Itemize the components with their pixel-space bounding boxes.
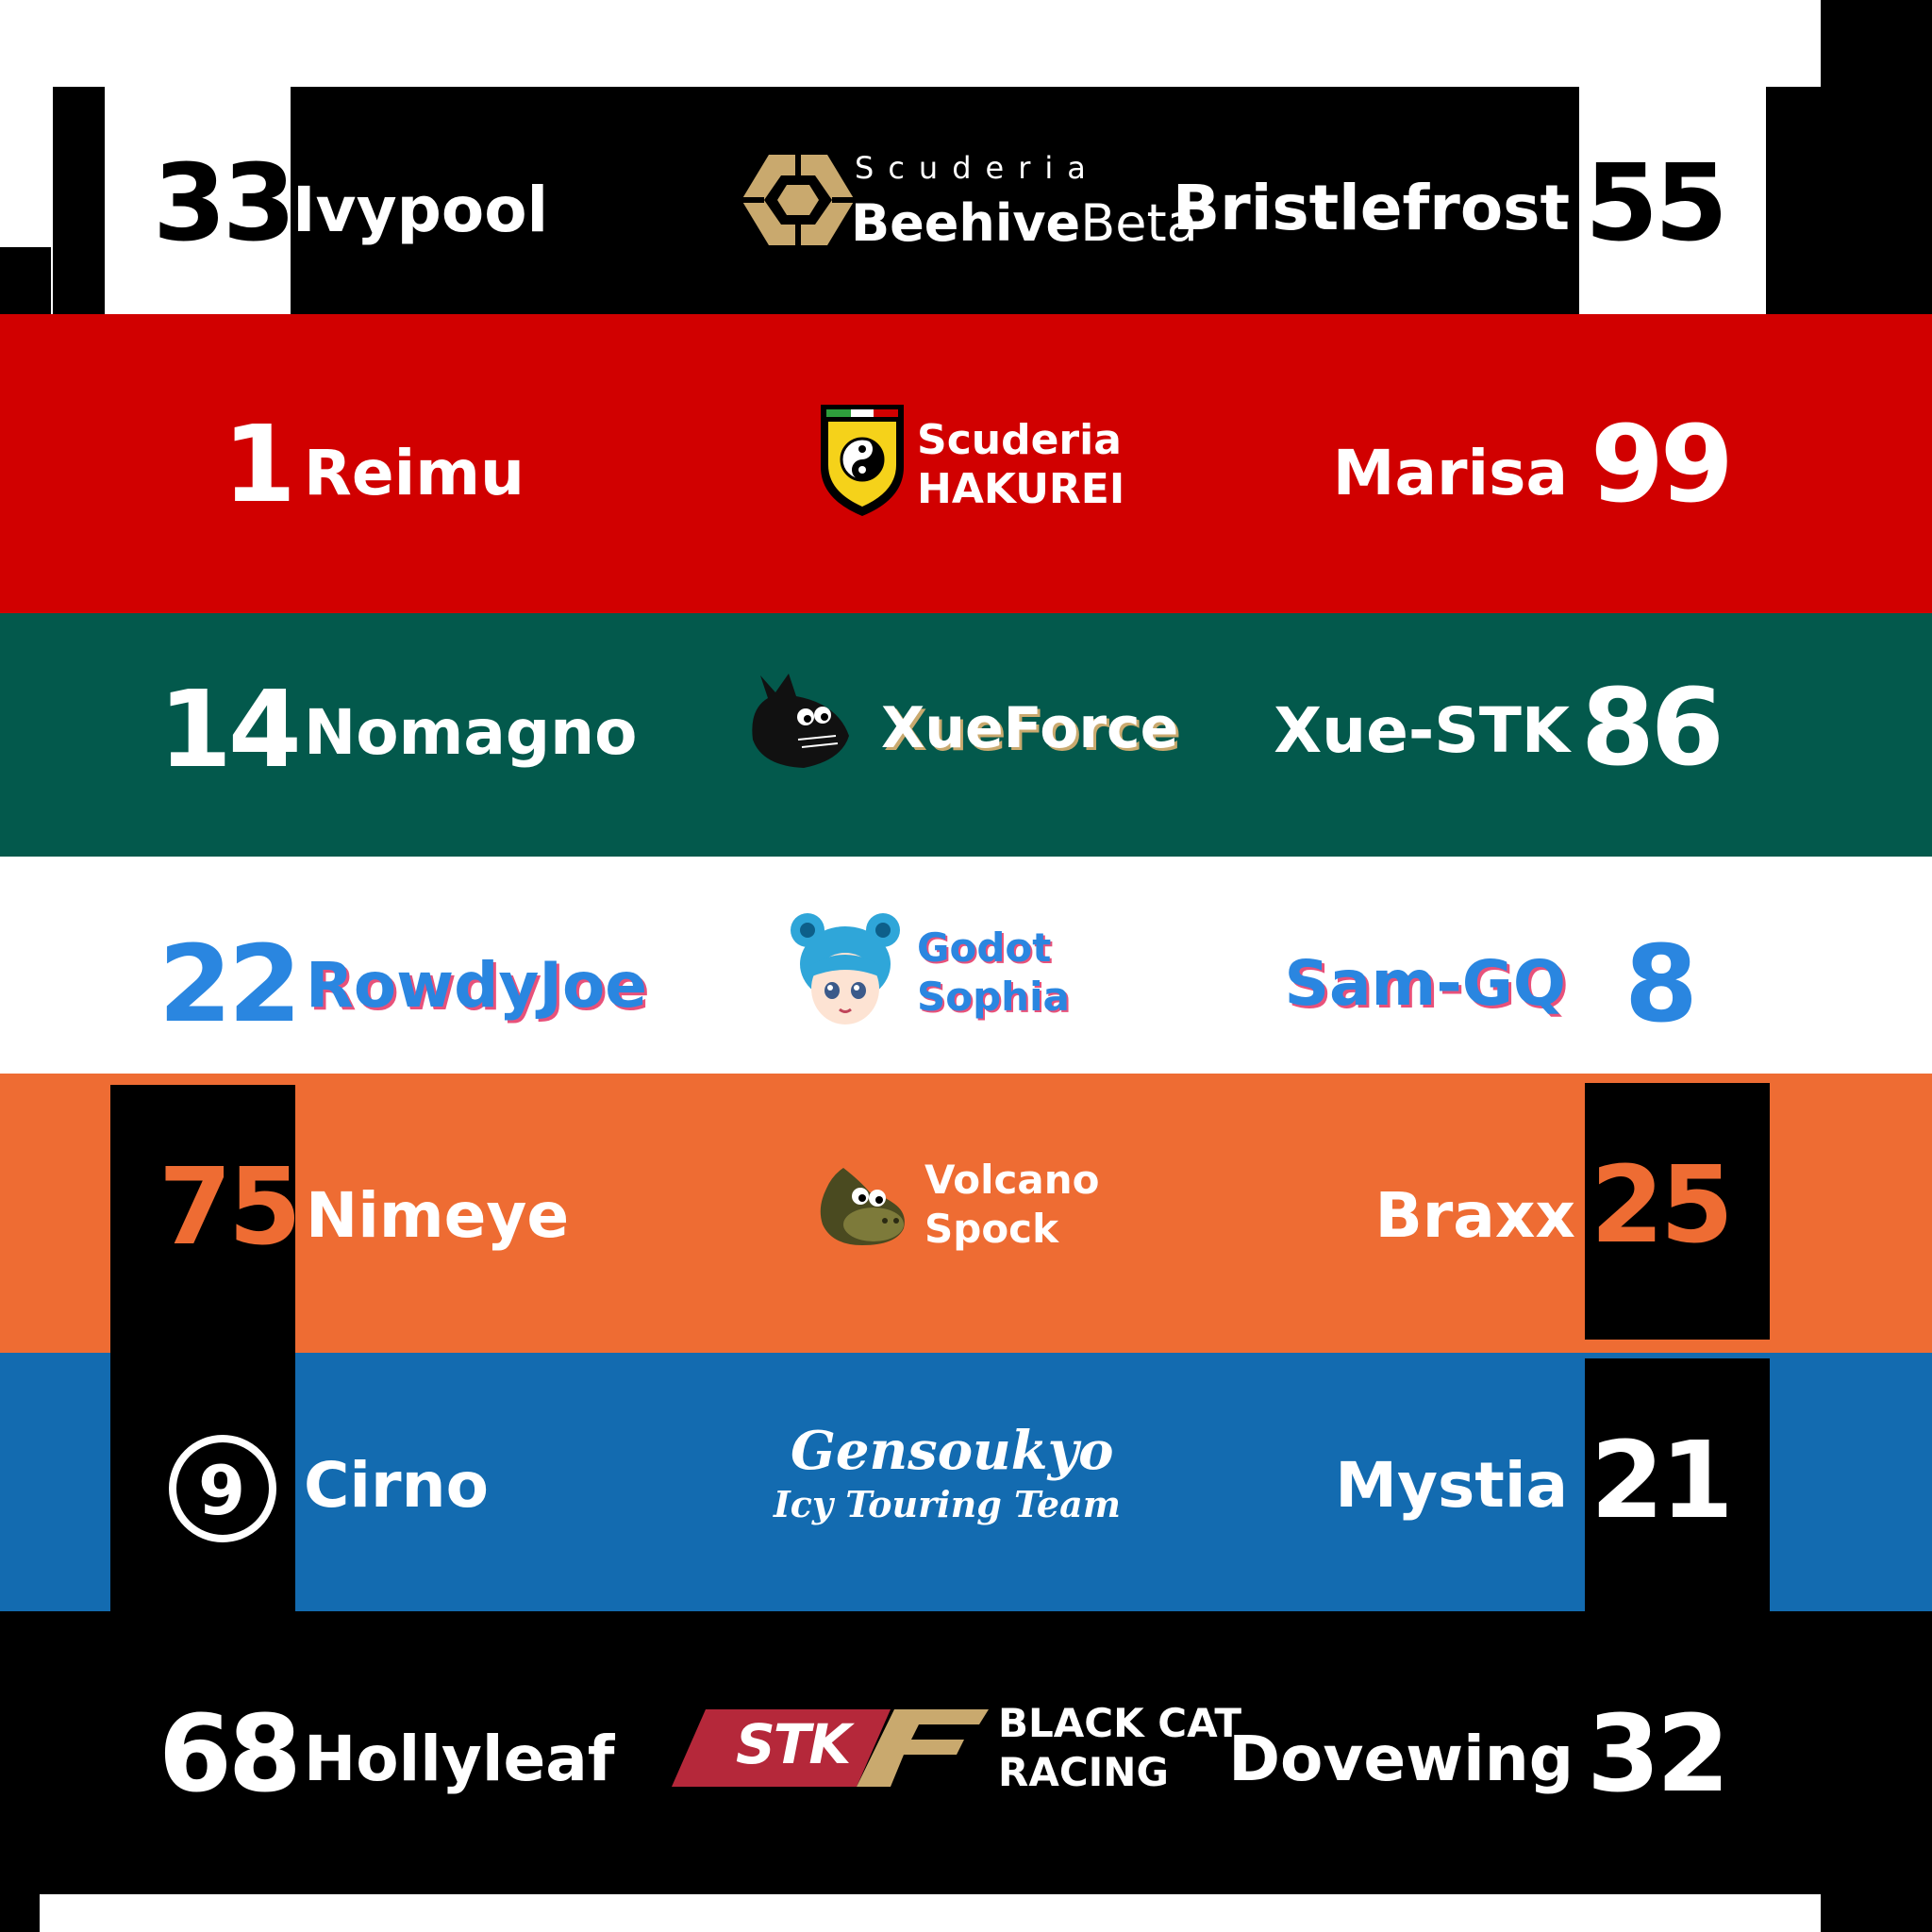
right-driver-name: Xue-STK <box>1274 694 1570 767</box>
black-left-bar <box>53 87 105 330</box>
right-driver-name: Mystia <box>1335 1449 1568 1522</box>
right-car-number: 25 <box>1591 1144 1734 1267</box>
left-driver-name: Nimeye <box>306 1179 570 1252</box>
honeycomb-icon <box>741 155 855 245</box>
right-car-number: 55 <box>1585 142 1728 265</box>
black-left-edge <box>0 1611 40 1932</box>
black-corner-block <box>0 247 51 319</box>
right-driver-name: Braxx <box>1374 1179 1575 1252</box>
black-right-edge <box>1821 0 1932 321</box>
left-car-number: 75 <box>158 1146 302 1269</box>
team-name-line2: BeehiveBeta <box>851 198 1198 249</box>
left-driver-name: Ivypool <box>292 174 549 246</box>
left-car-number: 22 <box>158 924 302 1046</box>
left-car-number: 9 <box>198 1451 246 1530</box>
team-row-beehive: 33 Ivypool Scuderia BeehiveBeta Bristlef… <box>0 0 1932 340</box>
team-name-line2: HAKUREI <box>917 465 1125 513</box>
team-name-line2: RACING <box>998 1749 1169 1795</box>
black-creature-icon <box>752 674 849 768</box>
left-car-number: 1 <box>223 404 296 526</box>
team-name-line2: Icy Touring Team <box>774 1483 1121 1525</box>
team-name-line1: Scuderia <box>855 150 1100 186</box>
team-row-volcano-spock: 75 Nimeye Volcano Spock Braxx 25 <box>0 1074 1932 1353</box>
team-row-xueforce: 14 Nomagno XueForce Xue-STK 86 <box>0 613 1932 857</box>
team-name-line1: BLACK CAT <box>998 1700 1241 1746</box>
right-driver-name: Marisa <box>1332 437 1568 509</box>
left-car-number: 68 <box>158 1693 302 1816</box>
team-name-line2: Spock <box>924 1206 1058 1252</box>
team-row-black-cat-racing: 68 Hollyleaf STK BLACK CAT RACING Dovewi… <box>0 1611 1932 1932</box>
team-row-godot-sophia: 22 RowdyJoe Godot Sophia Sam-GQ 8 <box>0 857 1932 1074</box>
team-name-line1: Volcano <box>924 1157 1100 1203</box>
team-name-line1: Scuderia <box>917 416 1122 464</box>
right-driver-name: Sam-GQ <box>1284 947 1566 1020</box>
left-driver-name: Cirno <box>304 1449 489 1522</box>
left-car-number: 33 <box>153 142 296 265</box>
left-driver-name: Hollyleaf <box>304 1723 615 1795</box>
right-car-number: 32 <box>1587 1693 1730 1816</box>
right-car-number: 21 <box>1591 1420 1734 1542</box>
black-right-edge <box>1821 1611 1932 1932</box>
team-name-line1: Godot <box>917 924 1052 971</box>
left-car-number: 14 <box>158 669 302 791</box>
right-driver-name: Bristlefrost <box>1172 172 1570 244</box>
left-driver-name: RowdyJoe <box>306 949 648 1022</box>
yin-yang-shield-icon <box>821 405 904 516</box>
team-row-hakurei: 1 Reimu Scuderia HAKUREI Marisa 99 <box>0 314 1932 613</box>
blue-hair-girl-icon <box>791 913 900 1024</box>
right-car-number: 8 <box>1624 924 1698 1046</box>
team-name: XueForce <box>881 695 1179 761</box>
right-car-number: 86 <box>1581 667 1724 790</box>
team-name-beehive: Beehive <box>851 193 1081 253</box>
team-name-line1: Gensoukyo <box>791 1420 1114 1482</box>
stk-logo-text: STK <box>736 1712 851 1776</box>
team-name-line2: Sophia <box>917 974 1070 1020</box>
left-driver-name: Nomagno <box>304 696 638 769</box>
olive-creature-icon <box>820 1168 905 1245</box>
left-driver-name: Reimu <box>304 437 525 509</box>
right-car-number: 99 <box>1591 404 1734 526</box>
team-row-gensoukyo: 9 Cirno Gensoukyo Icy Touring Team Mysti… <box>0 1353 1932 1611</box>
right-driver-name: Dovewing <box>1228 1723 1574 1795</box>
